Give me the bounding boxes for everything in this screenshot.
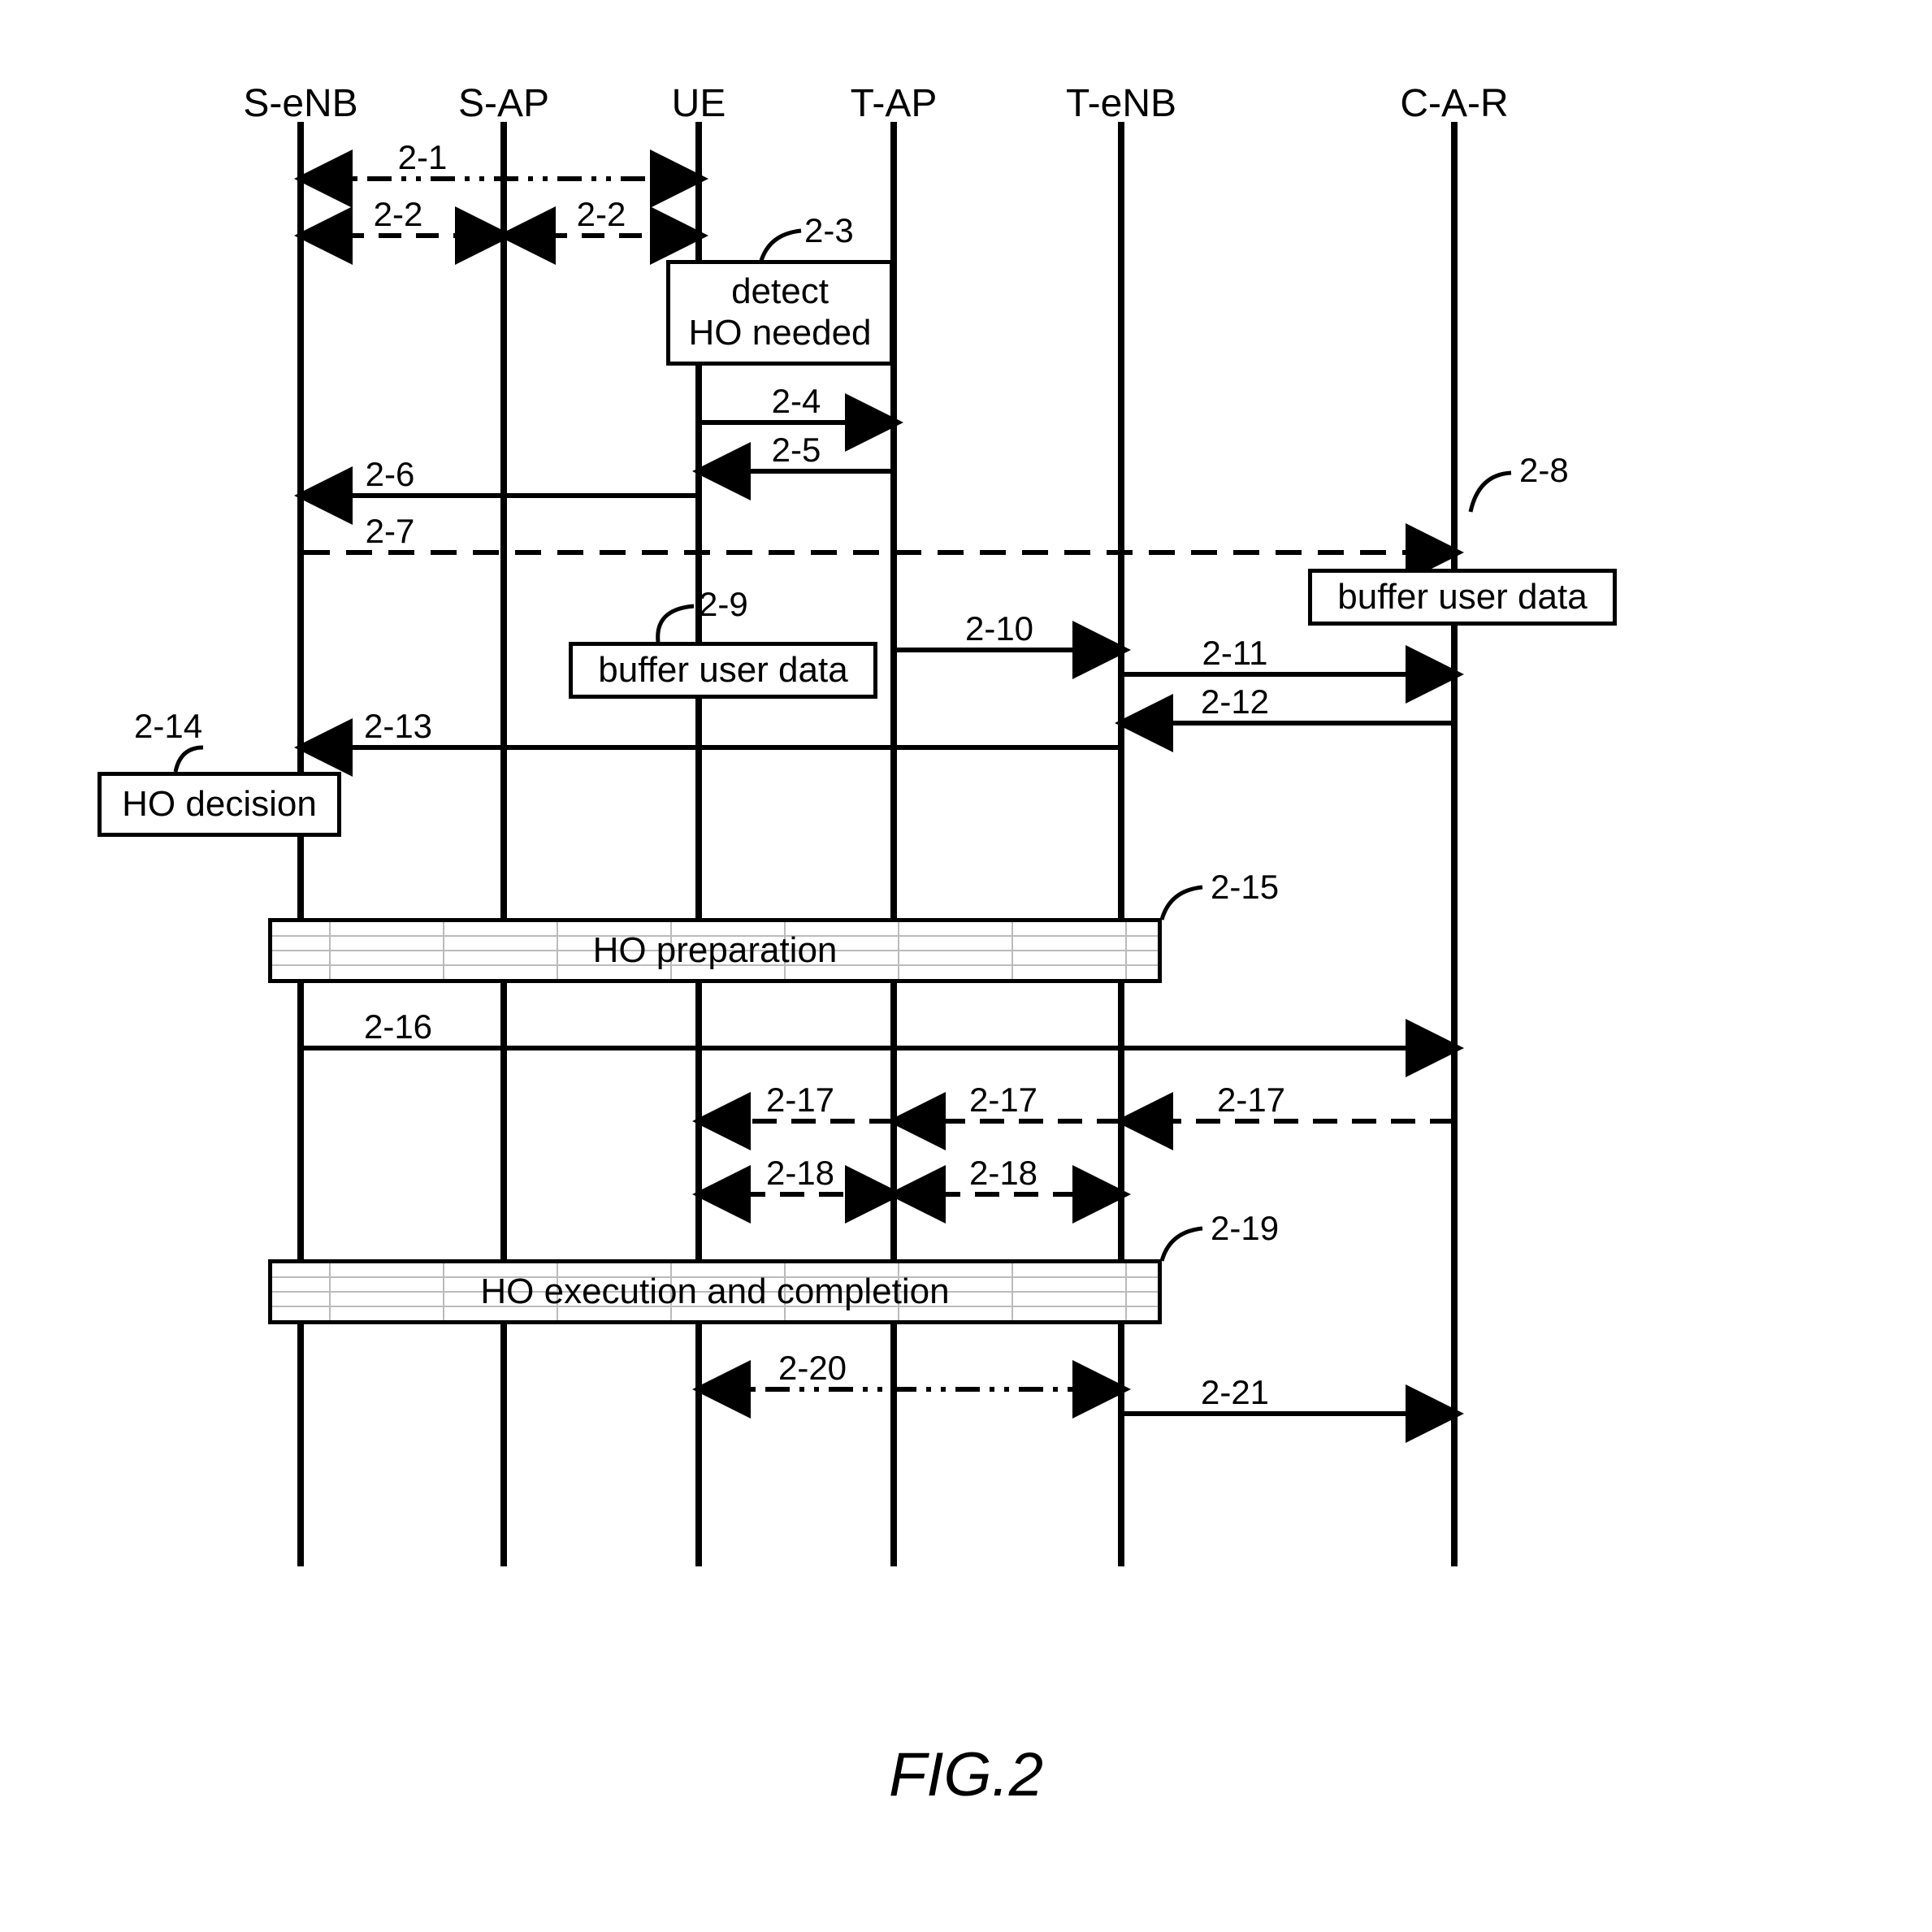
label-2-13: 2-13 (364, 707, 432, 749)
callout-curve-2-19 (1162, 1228, 1202, 1261)
label-2-18a: 2-18 (766, 1154, 834, 1196)
callout-curve-2-9 (658, 606, 694, 642)
label-2-10: 2-10 (965, 609, 1033, 652)
callout-2-14: 2-14 (134, 707, 202, 746)
label-2-6: 2-6 (366, 455, 415, 497)
callout-2-19: 2-19 (1211, 1209, 1279, 1248)
label-2-12: 2-12 (1201, 682, 1269, 725)
label-2-7: 2-7 (366, 512, 415, 554)
label-2-17a: 2-17 (766, 1081, 834, 1123)
box-ho-decision: HO decision (97, 772, 341, 837)
box-ho-execution: HO execution and completion (268, 1259, 1162, 1324)
label-2-16: 2-16 (364, 1007, 432, 1050)
callout-curve-2-8 (1471, 473, 1511, 512)
label-2-18b: 2-18 (969, 1154, 1037, 1196)
label-2-17c: 2-17 (1217, 1081, 1285, 1123)
label-2-4: 2-4 (772, 382, 821, 424)
box-buffer-ue: buffer user data (569, 642, 877, 699)
callout-2-15: 2-15 (1211, 868, 1279, 907)
sequence-diagram: S-eNB S-AP UE T-AP T-eNB C-A-R (0, 0, 1932, 1932)
callout-2-3: 2-3 (804, 211, 854, 250)
box-detect-ho: detect HO needed (666, 260, 894, 366)
callout-curve-2-3 (760, 231, 801, 263)
callout-curve-2-15 (1162, 887, 1202, 920)
label-2-1: 2-1 (398, 138, 448, 180)
callout-2-8: 2-8 (1519, 451, 1569, 490)
label-2-17b: 2-17 (969, 1081, 1037, 1123)
label-2-11: 2-11 (1202, 634, 1268, 676)
label-2-21: 2-21 (1201, 1373, 1269, 1415)
box-buffer-car: buffer user data (1308, 569, 1617, 626)
label-2-5: 2-5 (772, 431, 821, 473)
label-2-20: 2-20 (778, 1349, 847, 1391)
figure-label: FIG.2 (889, 1739, 1043, 1810)
box-ho-preparation: HO preparation (268, 918, 1162, 983)
callout-2-9: 2-9 (699, 585, 748, 624)
label-2-2b: 2-2 (577, 195, 626, 237)
label-2-2a: 2-2 (374, 195, 423, 237)
callout-curve-2-14 (175, 747, 203, 772)
